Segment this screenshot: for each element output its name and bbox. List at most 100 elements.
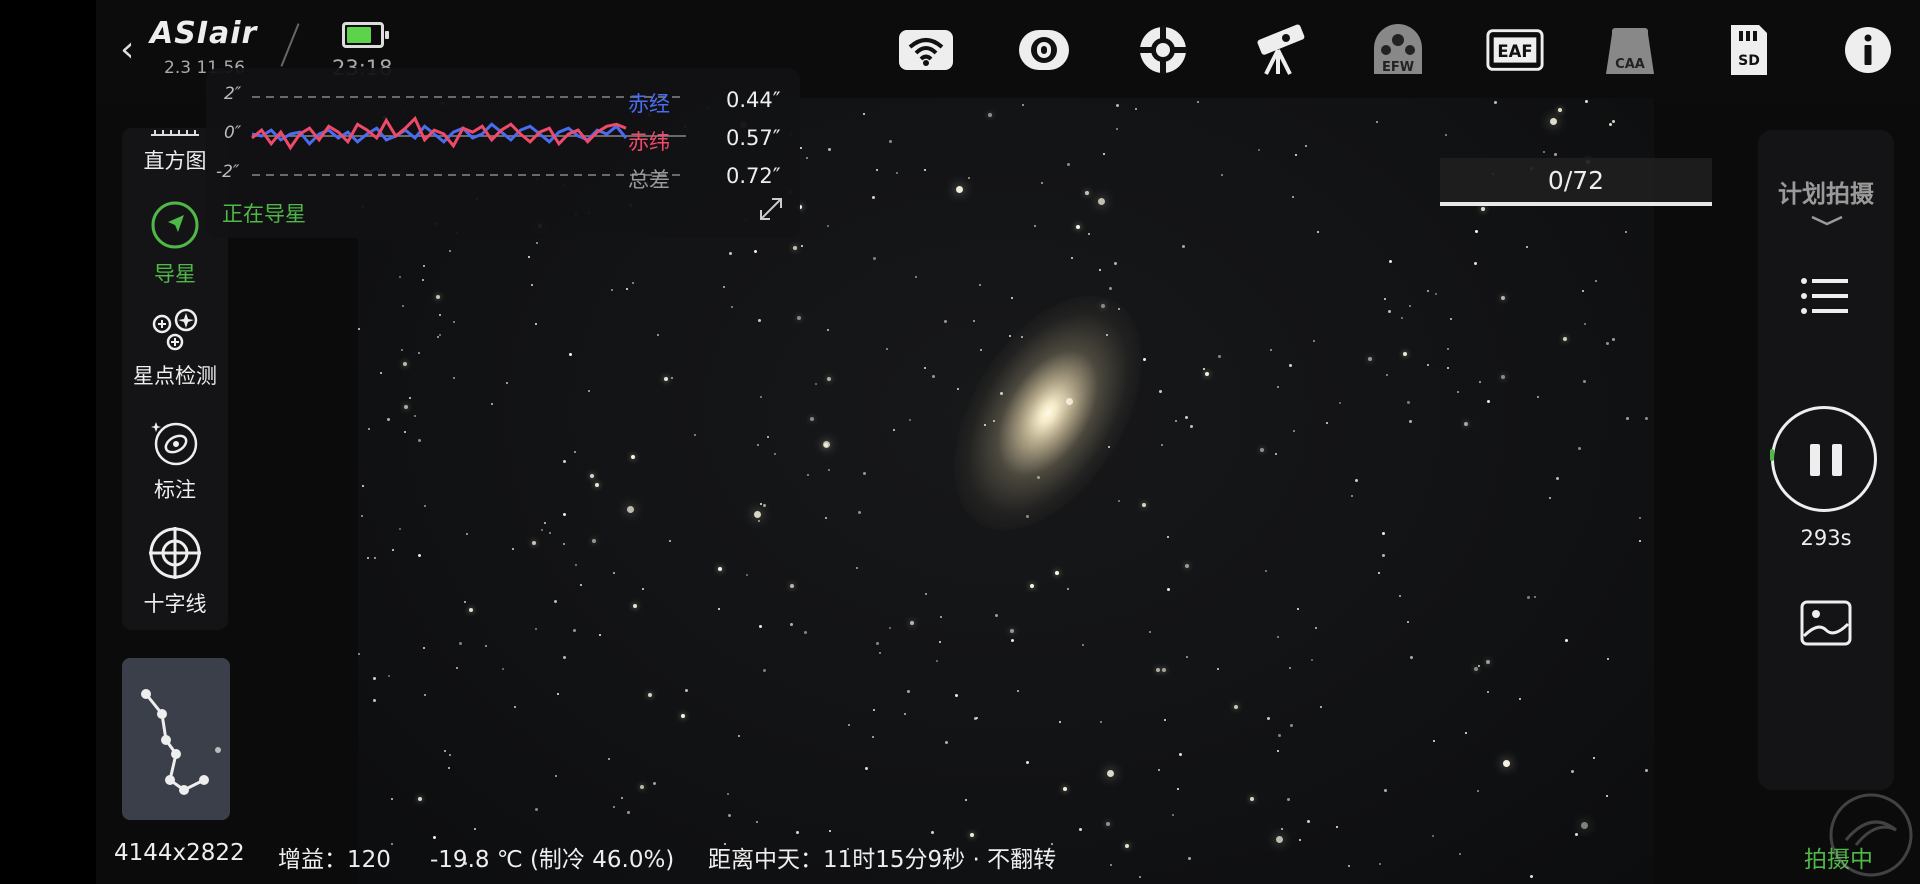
star <box>1577 447 1581 451</box>
right-control-panel: 计划拍摄 293s <box>1758 130 1894 790</box>
star <box>1408 305 1411 308</box>
star <box>595 482 600 487</box>
guiding-graph-panel[interactable]: 2″ 0″ -2″ 赤经 0.44″ 赤纬 0.57″ 总差 0.72″ 正在导… <box>206 68 800 238</box>
camera-icon[interactable] <box>1014 22 1074 78</box>
star <box>642 588 645 591</box>
star <box>718 608 720 611</box>
star <box>1449 317 1452 320</box>
plan-shooting-label[interactable]: 计划拍摄 <box>1758 174 1894 209</box>
star <box>1465 732 1468 735</box>
star <box>1267 716 1271 720</box>
star <box>1175 419 1178 422</box>
pause-button[interactable] <box>1770 406 1877 512</box>
efw-label: EFW <box>1382 60 1414 75</box>
star <box>1179 752 1183 756</box>
star <box>1010 297 1013 300</box>
star <box>1624 231 1627 234</box>
star <box>1159 390 1163 394</box>
caa-icon[interactable]: CAA <box>1600 22 1660 78</box>
star <box>1155 668 1160 673</box>
star <box>1304 145 1307 148</box>
star <box>1388 260 1392 264</box>
crosshair-tool[interactable]: 十字线 <box>122 526 228 618</box>
star <box>1106 821 1111 826</box>
star <box>1289 724 1293 728</box>
star-detect-label: 星点检测 <box>133 364 217 388</box>
star <box>906 690 910 694</box>
star <box>1564 639 1568 643</box>
star <box>590 473 595 478</box>
star <box>759 503 762 506</box>
star <box>803 630 807 634</box>
star <box>1402 352 1407 357</box>
star <box>1289 667 1292 670</box>
star <box>553 600 557 604</box>
wifi-icon[interactable] <box>896 22 956 78</box>
star-detect-tool[interactable]: 星点检测 <box>122 308 228 390</box>
sequence-progress: 0/72 <box>1440 158 1712 206</box>
star <box>401 305 404 308</box>
efw-icon[interactable]: EFW <box>1368 22 1428 78</box>
watermark-logo <box>1829 793 1913 877</box>
galaxy-annotate-icon <box>151 422 198 466</box>
star <box>449 250 452 253</box>
star <box>1487 691 1490 694</box>
star <box>723 286 726 289</box>
info-icon[interactable] <box>1838 22 1898 78</box>
star <box>505 381 508 384</box>
star <box>792 246 797 250</box>
star <box>1543 150 1546 153</box>
star <box>1058 720 1061 723</box>
star <box>968 177 971 180</box>
star <box>361 515 364 518</box>
star <box>800 245 803 248</box>
star <box>1010 638 1014 642</box>
star <box>1609 122 1613 126</box>
star <box>895 171 898 174</box>
star <box>753 510 761 518</box>
star <box>452 377 455 380</box>
star <box>1202 368 1205 371</box>
star <box>1259 448 1264 453</box>
star <box>1310 658 1313 661</box>
star <box>1386 373 1389 376</box>
gallery-icon[interactable] <box>1800 600 1852 646</box>
star <box>1276 636 1279 639</box>
annotate-tool[interactable]: 标注 <box>122 418 228 504</box>
ra-value: 0.44″ <box>726 88 781 112</box>
star-detect-icon <box>152 308 198 351</box>
constellation-thumbnail[interactable] <box>122 658 230 820</box>
star <box>1606 341 1610 345</box>
star <box>1076 225 1081 230</box>
star <box>1481 206 1486 211</box>
star <box>789 623 793 627</box>
star <box>1182 244 1186 248</box>
star <box>872 196 876 200</box>
expand-icon[interactable] <box>758 196 784 222</box>
star <box>591 539 596 544</box>
star <box>556 692 559 695</box>
star <box>938 640 941 643</box>
progress-ring-marker <box>1770 449 1774 461</box>
back-button[interactable]: ‹ <box>120 32 134 68</box>
crosshair-label: 十字线 <box>143 592 207 616</box>
star <box>448 754 451 757</box>
telescope-mount-icon[interactable] <box>1250 22 1310 78</box>
star <box>626 505 634 513</box>
star <box>731 305 734 308</box>
list-icon[interactable] <box>1800 276 1850 316</box>
star <box>1518 697 1521 700</box>
guide-scope-icon[interactable] <box>1133 22 1193 78</box>
eaf-icon[interactable]: EAF <box>1485 22 1545 78</box>
star <box>620 796 623 799</box>
chevron-down-icon[interactable] <box>1810 214 1844 228</box>
star <box>656 333 659 336</box>
star <box>1291 196 1294 199</box>
star <box>863 112 866 115</box>
star <box>358 328 361 331</box>
star <box>1563 336 1568 341</box>
sd-card-icon[interactable]: SD <box>1719 22 1779 78</box>
star <box>611 288 614 291</box>
star <box>456 667 459 670</box>
star <box>1008 335 1011 338</box>
